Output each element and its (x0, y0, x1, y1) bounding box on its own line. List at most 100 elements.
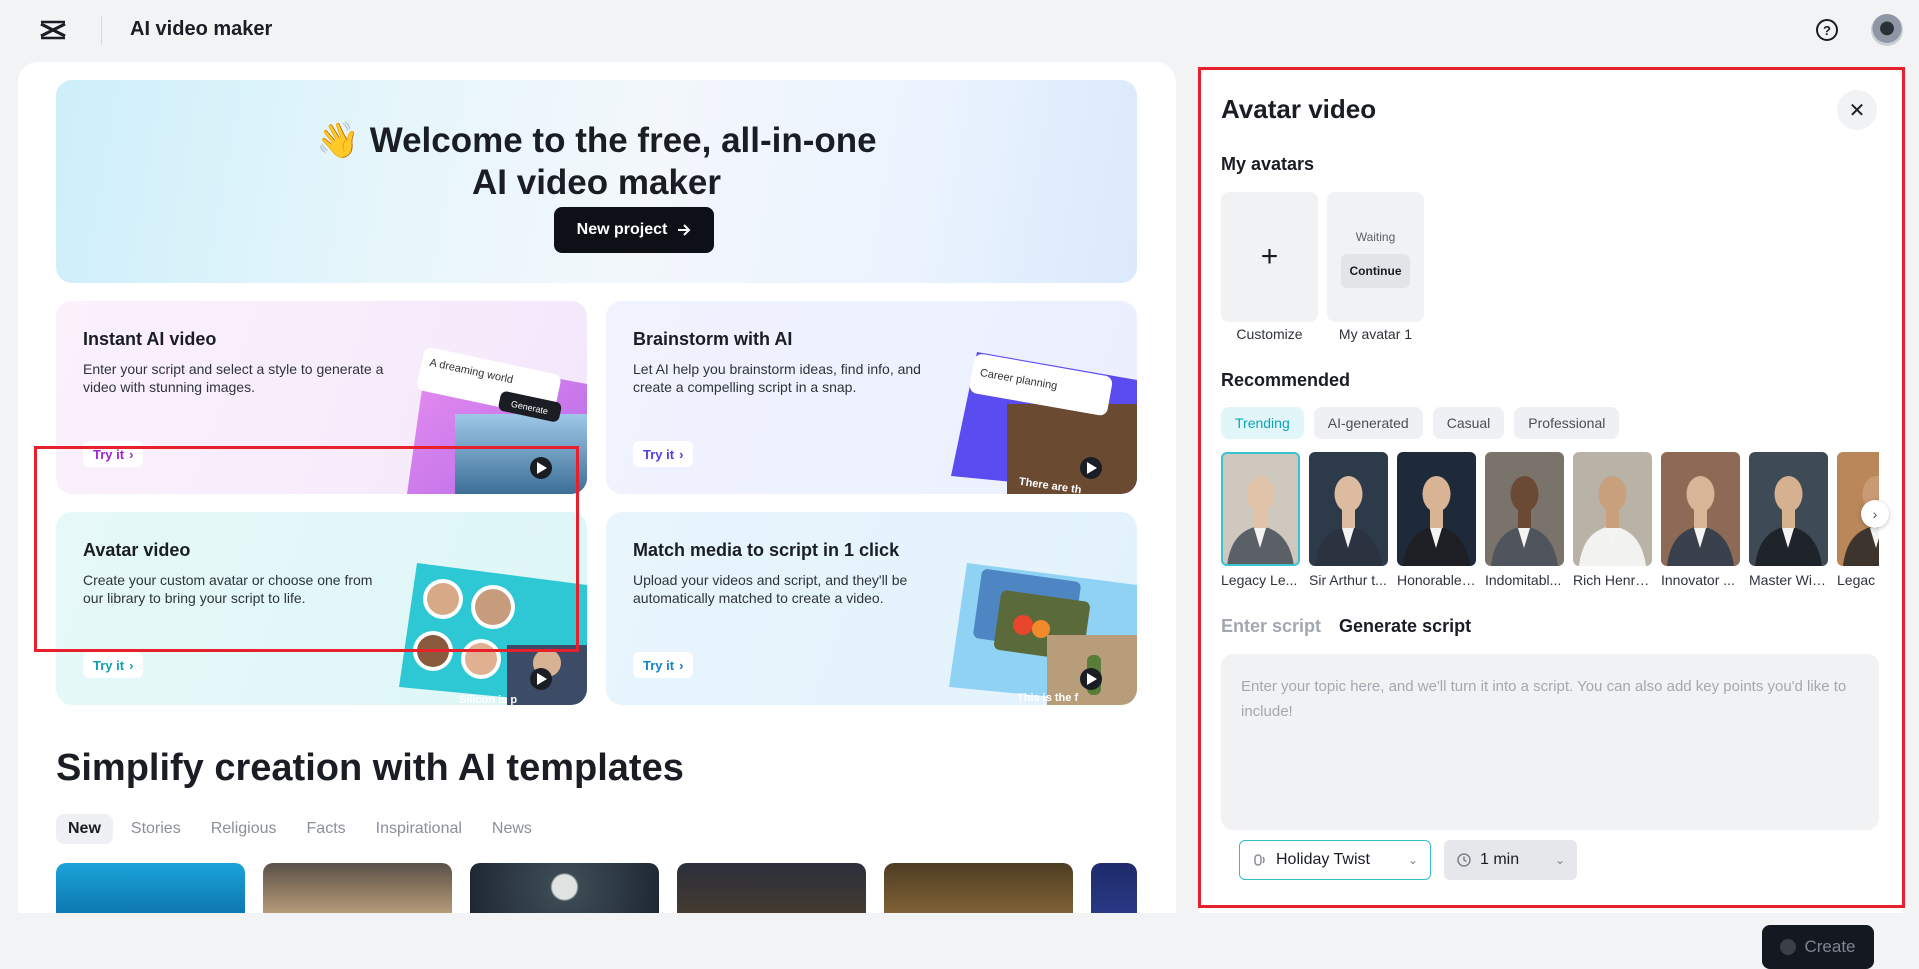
avatar-portrait (1661, 452, 1740, 566)
hero-title-text: Welcome to the free, all-in-one AI video… (370, 121, 877, 202)
chevron-right-icon: › (129, 447, 133, 462)
chevron-right-icon: › (129, 658, 133, 673)
new-project-label: New project (577, 221, 668, 239)
templates-tabs: New Stories Religious Facts Inspirationa… (56, 814, 544, 844)
card-avatar-video[interactable]: Avatar video Create your custom avatar o… (56, 512, 587, 705)
tab-new[interactable]: New (56, 814, 113, 844)
chip-professional[interactable]: Professional (1514, 407, 1619, 439)
avatar-video-illustration: Silicon is p (387, 555, 587, 705)
card-title: Match media to script in 1 click (633, 540, 899, 561)
match-media-illustration: This is the f (937, 555, 1137, 705)
avatar-option[interactable]: Indomitabl... (1485, 452, 1564, 588)
avatar-option[interactable]: Rich Henry... (1573, 452, 1652, 588)
voice-label: Holiday Twist (1276, 851, 1370, 869)
duration-select[interactable]: 1 min ⌄ (1444, 840, 1577, 880)
topic-input[interactable] (1239, 672, 1859, 732)
avatar-name: Legacy Le... (1221, 572, 1300, 588)
create-button[interactable]: Create (1762, 925, 1874, 969)
my-avatar-tile[interactable]: Waiting Continue (1327, 192, 1424, 322)
chip-casual[interactable]: Casual (1433, 407, 1505, 439)
template-thumbnail[interactable] (677, 863, 866, 913)
avatar-option[interactable]: Master Will... (1749, 452, 1828, 588)
avatar-name: Legac (1837, 572, 1879, 588)
tab-facts[interactable]: Facts (295, 814, 358, 844)
card-instant-ai-video[interactable]: Instant AI video Enter your script and s… (56, 301, 587, 494)
avatar-name: Master Will... (1749, 572, 1828, 588)
try-it-label: Try it (93, 658, 124, 673)
voice-select[interactable]: Holiday Twist ⌄ (1239, 840, 1431, 880)
card-description: Enter your script and select a style to … (83, 360, 388, 396)
hero-banner: 👋 Welcome to the free, all-in-one AI vid… (56, 80, 1137, 283)
left-panel: 👋 Welcome to the free, all-in-one AI vid… (18, 62, 1176, 913)
chip-ai-generated[interactable]: AI-generated (1314, 407, 1423, 439)
tab-generate-script[interactable]: Generate script (1339, 616, 1471, 637)
card-brainstorm-with-ai[interactable]: Brainstorm with AI Let AI help you brain… (606, 301, 1137, 494)
user-avatar[interactable] (1871, 14, 1903, 46)
tab-news[interactable]: News (480, 814, 544, 844)
top-bar: AI video maker ? (0, 0, 1919, 60)
clock-icon (1456, 852, 1472, 868)
panel-title: Avatar video (1221, 94, 1376, 125)
waving-hand-icon: 👋 (316, 121, 360, 160)
template-thumbnail[interactable] (56, 863, 245, 913)
avatar-option[interactable]: Legacy Le... (1221, 452, 1300, 588)
try-it-button[interactable]: Try it › (633, 441, 693, 467)
my-avatars-heading: My avatars (1221, 154, 1314, 175)
try-it-label: Try it (643, 658, 674, 673)
chip-trending[interactable]: Trending (1221, 407, 1304, 439)
card-description: Let AI help you brainstorm ideas, find i… (633, 360, 938, 396)
avatar-portrait (1221, 452, 1300, 566)
avatar-option[interactable]: Innovator ... (1661, 452, 1740, 588)
avatar-portrait (1573, 452, 1652, 566)
template-thumbnail[interactable] (1091, 863, 1137, 913)
chevron-right-icon[interactable]: › (1861, 500, 1889, 528)
help-icon[interactable]: ? (1816, 19, 1838, 41)
card-match-media-to-script[interactable]: Match media to script in 1 click Upload … (606, 512, 1137, 705)
try-it-label: Try it (93, 447, 124, 462)
template-thumbnail[interactable] (263, 863, 452, 913)
tab-stories[interactable]: Stories (119, 814, 193, 844)
tab-inspirational[interactable]: Inspirational (364, 814, 474, 844)
try-it-label: Try it (643, 447, 674, 462)
avatar-option[interactable]: Sir Arthur t... (1309, 452, 1388, 588)
try-it-button[interactable]: Try it › (83, 652, 143, 678)
arrow-right-icon (677, 223, 691, 237)
new-project-button[interactable]: New project (554, 207, 714, 253)
avatar-name: Indomitabl... (1485, 572, 1564, 588)
avatar-name: Innovator ... (1661, 572, 1740, 588)
chevron-down-icon: ⌄ (1408, 853, 1418, 867)
avatar-name: Honorable ... (1397, 572, 1476, 588)
loading-spinner-icon (1780, 939, 1796, 955)
card-description: Create your custom avatar or choose one … (83, 571, 388, 607)
try-it-button[interactable]: Try it› (633, 652, 693, 678)
customize-avatar-button[interactable]: + (1221, 192, 1318, 322)
instant-video-illustration: A dreaming world Generate (387, 344, 587, 494)
my-avatar-name: My avatar 1 (1327, 326, 1424, 342)
close-icon[interactable]: ✕ (1837, 90, 1877, 130)
continue-button[interactable]: Continue (1341, 254, 1410, 288)
templates-title: Simplify creation with AI templates (56, 747, 684, 790)
try-it-button[interactable]: Try it › (83, 441, 143, 467)
tab-enter-script[interactable]: Enter script (1221, 616, 1321, 637)
art-caption: This is the f (1017, 692, 1078, 704)
chevron-right-icon: › (679, 447, 683, 462)
avatar-option[interactable]: Honorable ... (1397, 452, 1476, 588)
avatar-category-chips: Trending AI-generated Casual Professiona… (1221, 407, 1619, 439)
avatar-name: Rich Henry... (1573, 572, 1652, 588)
app-title: AI video maker (130, 18, 272, 41)
card-title: Avatar video (83, 540, 190, 561)
brainstorm-illustration: Career planning There are th (937, 344, 1137, 494)
avatar-portrait (1397, 452, 1476, 566)
template-thumbnail[interactable] (470, 863, 659, 913)
card-description: Upload your videos and script, and they'… (633, 571, 938, 607)
topbar-divider (101, 16, 102, 44)
capcut-logo-icon[interactable] (38, 18, 68, 42)
duration-label: 1 min (1480, 851, 1519, 869)
tab-religious[interactable]: Religious (199, 814, 289, 844)
template-thumbnail[interactable] (884, 863, 1073, 913)
recommended-heading: Recommended (1221, 370, 1350, 391)
avatar-carousel: Legacy Le... Sir Arthur t... Honorable ...… (1221, 452, 1879, 592)
create-label: Create (1804, 937, 1855, 957)
art-caption: Silicon is p (459, 694, 517, 705)
hero-title: 👋 Welcome to the free, all-in-one AI vid… (56, 120, 1137, 204)
